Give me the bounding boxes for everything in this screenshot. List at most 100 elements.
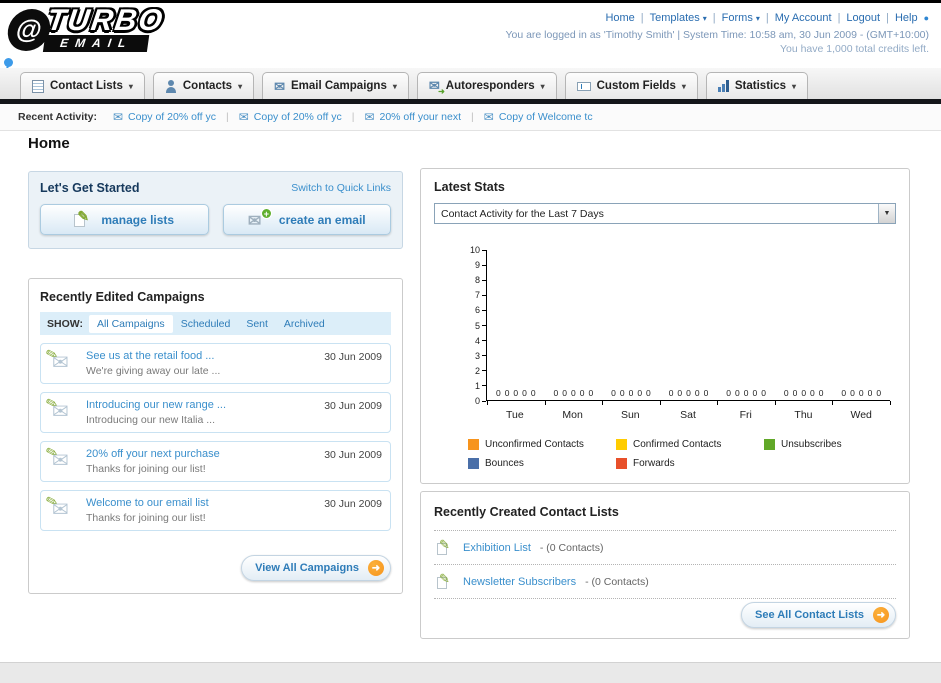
- recent-activity-item[interactable]: ✉ Copy of Welcome tc: [484, 110, 593, 124]
- chart-value-labels: 00000 00000 00000 00000 00000 00000 00000: [487, 388, 890, 398]
- campaign-date: 30 Jun 2009: [324, 449, 382, 461]
- statistics-icon: [717, 80, 729, 92]
- tab-custom-fields[interactable]: Custom Fields ▾: [564, 72, 698, 99]
- nav-link-help[interactable]: Help: [895, 12, 918, 24]
- legend-item: Confirmed Contacts: [616, 439, 764, 450]
- legend-item: Unsubscribes: [764, 439, 912, 450]
- contact-list-count: - (0 Contacts): [539, 541, 604, 554]
- tab-email-campaigns[interactable]: ✉ Email Campaigns ▾: [262, 72, 409, 99]
- contact-list-link[interactable]: Newsletter Subscribers: [463, 576, 576, 588]
- recent-activity-item[interactable]: ✉ Copy of 20% off yc: [239, 110, 342, 124]
- contact-list-row[interactable]: ✎ Newsletter Subscribers - (0 Contacts): [434, 565, 896, 599]
- custom-fields-icon: [576, 81, 591, 91]
- footer-bar: [0, 662, 941, 683]
- campaign-text: Introducing our new range ... Introducin…: [86, 399, 314, 426]
- view-all-campaigns-button[interactable]: View All Campaigns ➜: [241, 555, 391, 581]
- nav-separator: |: [640, 12, 644, 24]
- manage-lists-button[interactable]: ✎ manage lists: [40, 204, 209, 235]
- email-campaigns-icon: ✉: [274, 78, 285, 94]
- campaign-row[interactable]: ✉ ✎ 20% off your next purchase Thanks for…: [40, 441, 391, 482]
- recent-campaigns-title: Recently Edited Campaigns: [40, 290, 205, 304]
- campaign-row[interactable]: ✉ ✎ See us at the retail food ... We're g…: [40, 343, 391, 384]
- campaign-text: Welcome to our email list Thanks for joi…: [86, 497, 314, 524]
- filter-archived[interactable]: Archived: [276, 315, 333, 333]
- campaign-title-link[interactable]: 20% off your next purchase: [86, 448, 314, 460]
- dropdown-arrow-icon: ▾: [702, 13, 707, 23]
- bullet-icon: ●: [923, 13, 929, 23]
- tab-autoresponders[interactable]: ✉ ➜ Autoresponders ▾: [416, 72, 557, 99]
- logo-line1: TURBO: [44, 4, 167, 37]
- nav-link-home[interactable]: Home: [605, 12, 634, 24]
- campaign-text: See us at the retail food ... We're givi…: [86, 350, 314, 377]
- x-axis-tick: [832, 401, 834, 405]
- y-axis-label: 0: [475, 396, 486, 406]
- chart-y-axis: 10 9 8 7 6 5 4 3 2 1 0: [464, 245, 486, 406]
- legend-swatch: [616, 458, 627, 469]
- login-status-text: You are logged in as 'Timothy Smith' | S…: [505, 29, 929, 41]
- dropdown-arrow-icon: ▾: [128, 81, 133, 91]
- filter-all-campaigns[interactable]: All Campaigns: [88, 314, 173, 333]
- autoresponders-icon: ✉ ➜: [428, 78, 445, 96]
- dropdown-arrow-icon: ▾: [792, 81, 797, 91]
- legend-swatch: [616, 439, 627, 450]
- campaign-subtitle: Thanks for joining our list!: [86, 463, 206, 475]
- stats-period-select[interactable]: Contact Activity for the Last 7 Days ▼: [434, 203, 896, 224]
- campaign-subtitle: Thanks for joining our list!: [86, 512, 206, 524]
- envelope-icon: ✉: [364, 110, 375, 124]
- contact-list-link[interactable]: Exhibition List: [463, 542, 531, 554]
- top-nav: Home | Templates ▾ | Forms ▾ | My Account …: [605, 12, 929, 24]
- dropdown-arrow-icon: ▾: [755, 13, 760, 23]
- see-all-contact-lists-button[interactable]: See All Contact Lists ➜: [740, 602, 896, 628]
- nav-link-my-account[interactable]: My Account: [775, 12, 832, 24]
- dropdown-arrow-icon: ▾: [681, 81, 686, 91]
- recent-activity-item[interactable]: ✉ 20% off your next: [364, 110, 461, 124]
- tab-label: Email Campaigns: [290, 80, 387, 92]
- campaign-title-link[interactable]: Welcome to our email list: [86, 497, 314, 509]
- tab-contact-lists[interactable]: Contact Lists ▾: [20, 72, 145, 99]
- legend-item: Unconfirmed Contacts: [468, 439, 616, 450]
- x-axis-tick: [774, 401, 776, 405]
- nav-link-forms[interactable]: Forms ▾: [722, 12, 760, 24]
- nav-link-templates[interactable]: Templates ▾: [650, 12, 707, 24]
- campaign-date: 30 Jun 2009: [324, 498, 382, 510]
- filter-scheduled[interactable]: Scheduled: [173, 315, 239, 333]
- contact-list-count: - (0 Contacts): [585, 575, 649, 588]
- nav-link-logout[interactable]: Logout: [846, 12, 880, 24]
- recent-activity-label: Recent Activity:: [18, 111, 97, 123]
- campaign-text: 20% off your next purchase Thanks for jo…: [86, 448, 314, 475]
- campaign-subtitle: Introducing our new Italia ...: [86, 414, 215, 426]
- bar-value-labels: 00000: [726, 388, 766, 398]
- envelope-icon: ✉: [483, 110, 494, 124]
- envelope-icon: ✉: [238, 110, 249, 124]
- envelope-pencil-icon: ✉ ✎: [43, 442, 69, 472]
- nav-separator: |: [886, 12, 889, 24]
- turbo-email-logo[interactable]: @ TURBO EMAIL: [5, 4, 167, 52]
- latest-stats-title: Latest Stats: [434, 180, 505, 194]
- recent-activity-item[interactable]: ✉ Copy of 20% off yc: [113, 110, 216, 124]
- logo-line2: EMAIL: [42, 34, 150, 52]
- tab-statistics[interactable]: Statistics ▾: [705, 72, 809, 99]
- create-email-button[interactable]: ✉ + create an email: [222, 204, 391, 235]
- tab-label: Contacts: [182, 80, 233, 92]
- tab-contacts[interactable]: Contacts ▾: [152, 72, 255, 99]
- select-arrow-icon: ▼: [878, 204, 895, 223]
- campaign-date: 30 Jun 2009: [324, 400, 382, 412]
- campaign-title-link[interactable]: Introducing our new range ...: [86, 399, 314, 411]
- campaign-title-link[interactable]: See us at the retail food ...: [86, 350, 314, 362]
- latest-stats-panel: Latest Stats Contact Activity for the La…: [420, 168, 910, 484]
- campaign-row[interactable]: ✉ ✎ Introducing our new range ... Introdu…: [40, 392, 391, 433]
- y-axis-label: 4: [475, 336, 486, 346]
- get-started-panel: Let's Get Started Switch to Quick Links …: [28, 171, 403, 249]
- dropdown-arrow-icon: ▾: [238, 81, 243, 91]
- x-axis-label: Fri: [739, 409, 752, 421]
- bar-value-labels: 00000: [841, 388, 882, 398]
- legend-label: Forwards: [633, 458, 675, 469]
- switch-quick-links-link[interactable]: Switch to Quick Links: [291, 182, 391, 194]
- campaign-row[interactable]: ✉ ✎ Welcome to our email list Thanks for …: [40, 490, 391, 531]
- y-axis-label: 9: [475, 260, 486, 270]
- contact-list-row[interactable]: ✎ Exhibition List - (0 Contacts): [434, 531, 896, 565]
- main-nav-tabbar: Contact Lists ▾ Contacts ▾ ✉ Email Campa…: [0, 68, 941, 99]
- envelope-pencil-icon: ✉ ✎: [43, 491, 69, 521]
- x-axis-tick: [544, 401, 546, 405]
- filter-sent[interactable]: Sent: [238, 315, 276, 333]
